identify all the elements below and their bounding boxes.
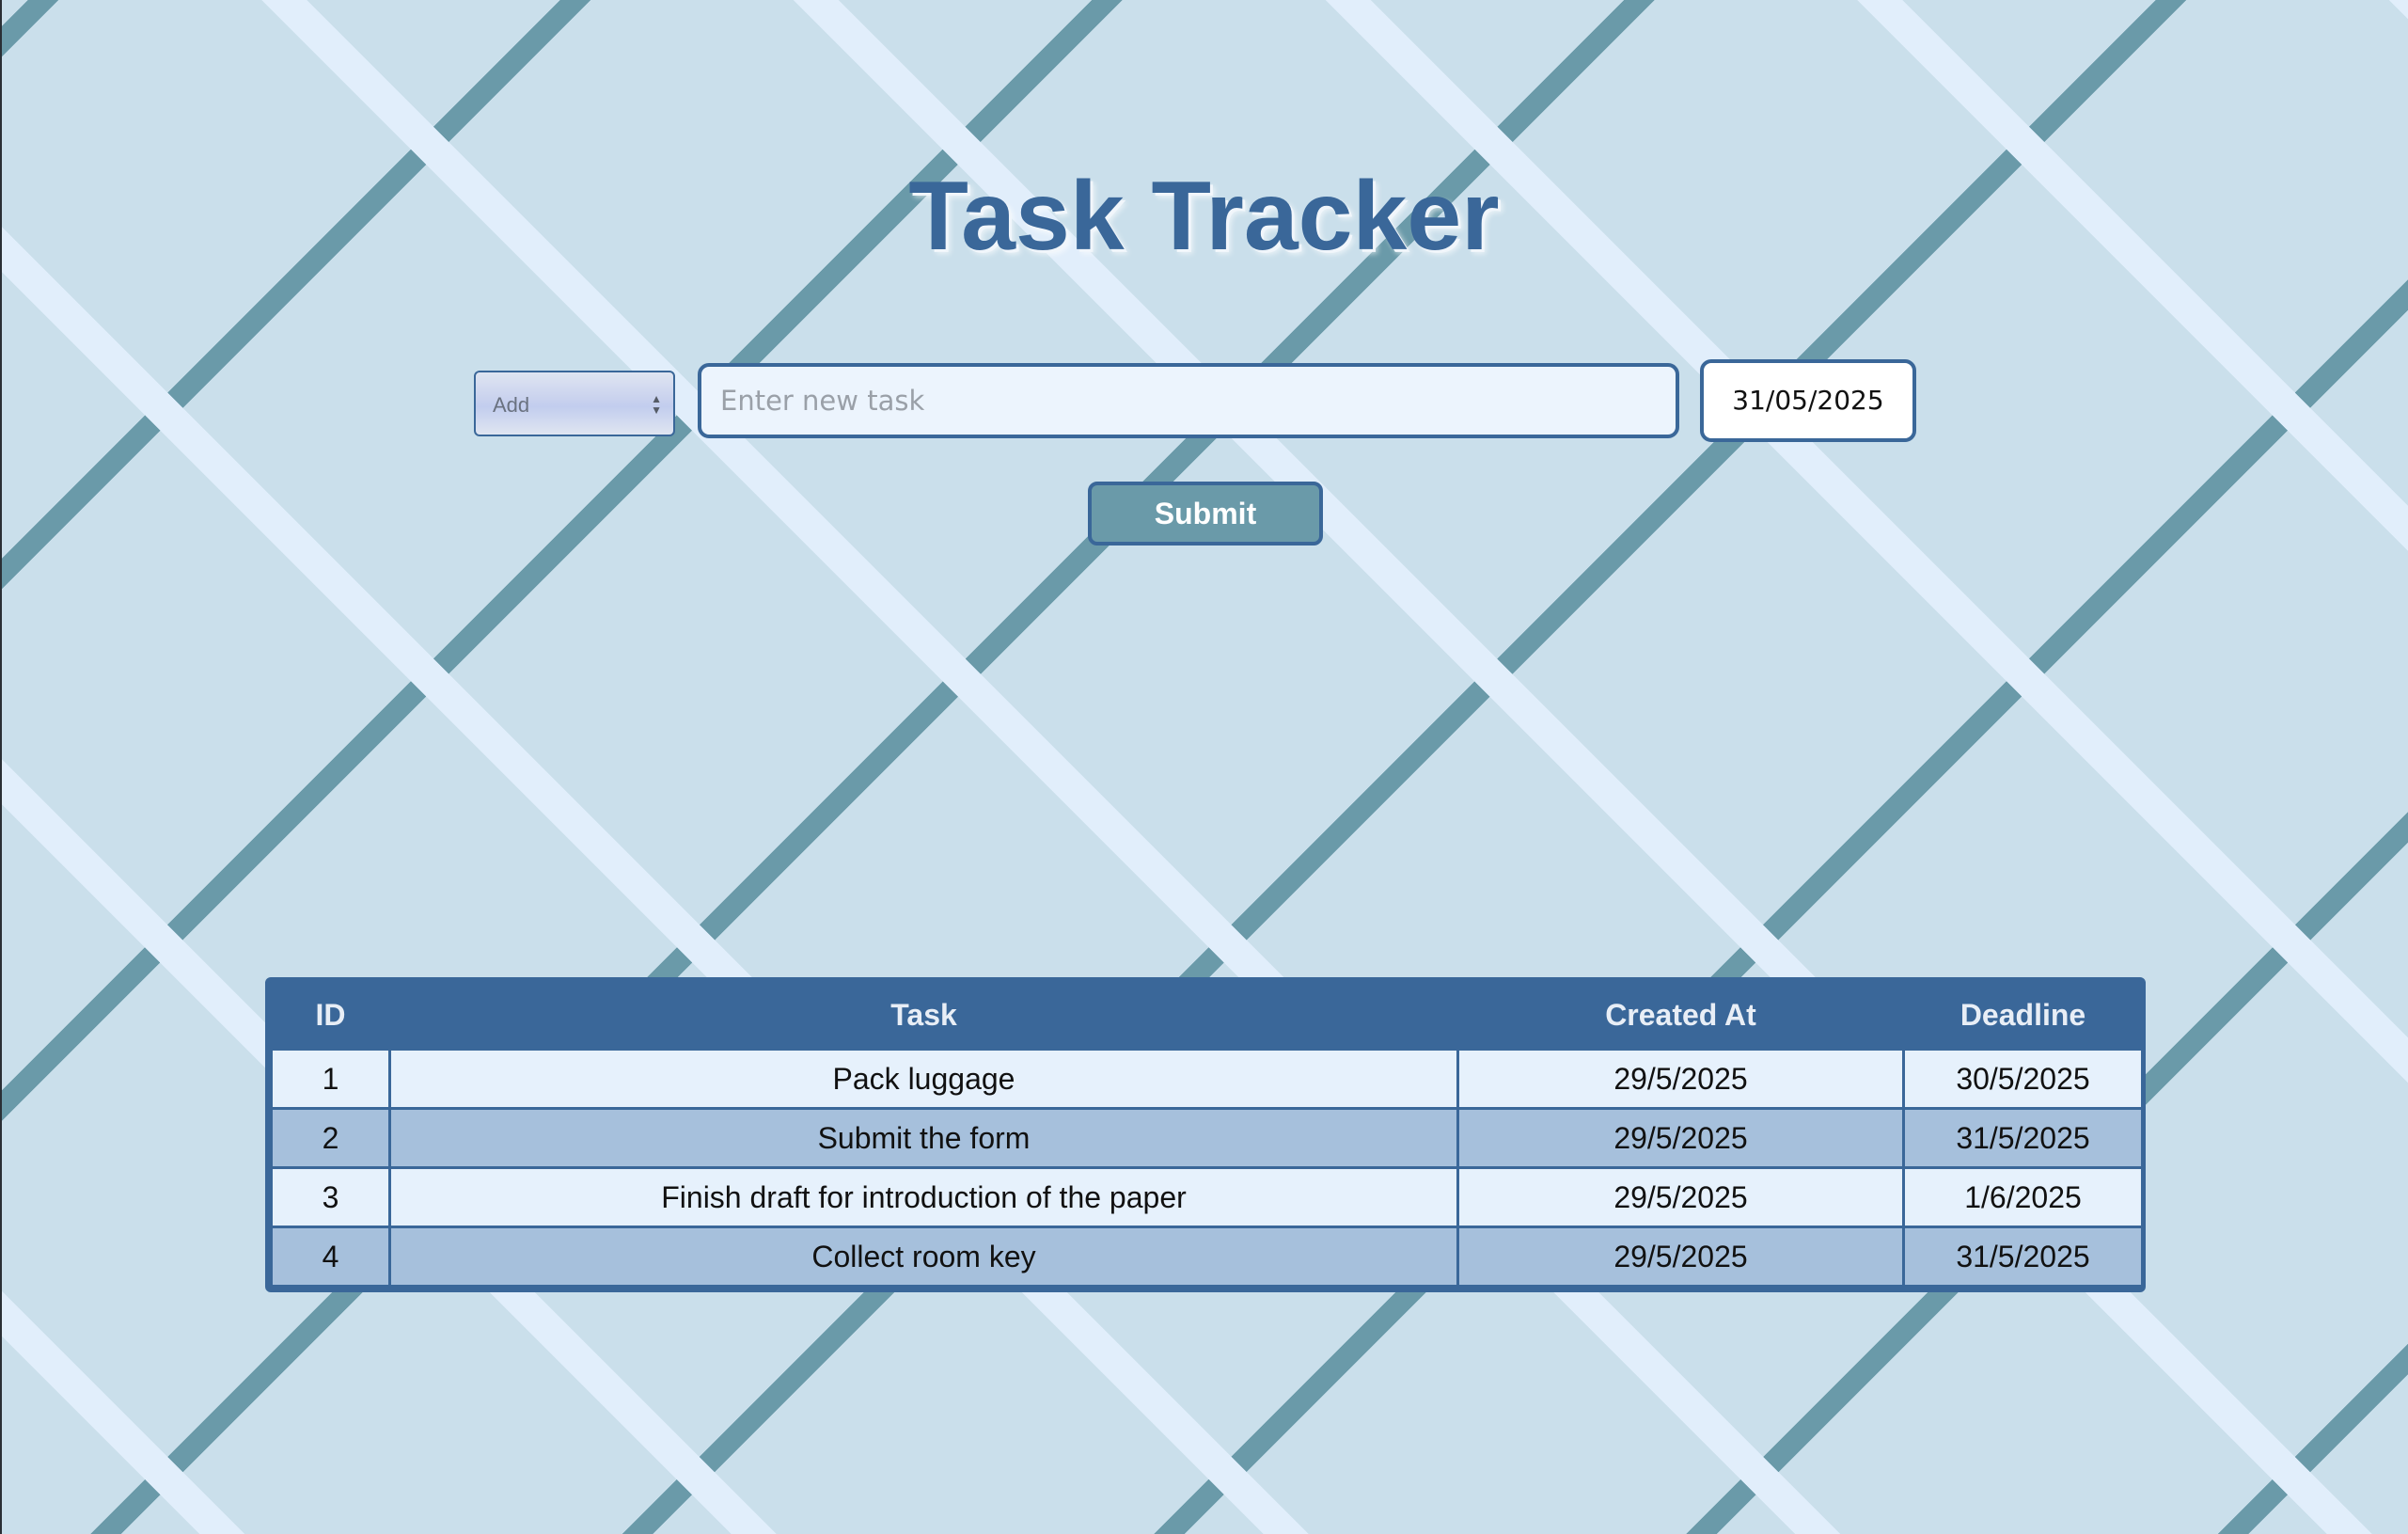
table-row: 1 Pack luggage 29/5/2025 30/5/2025 xyxy=(270,1048,2141,1110)
header-id: ID xyxy=(271,982,390,1050)
cell-deadline: 31/5/2025 xyxy=(1902,1226,2141,1288)
cell-created-at: 29/5/2025 xyxy=(1456,1166,1905,1228)
cell-id: 3 xyxy=(270,1166,391,1228)
submit-button[interactable]: Submit xyxy=(1088,482,1323,546)
header-created-at: Created At xyxy=(1457,982,1904,1050)
action-select[interactable]: Add ▲ ▼ xyxy=(474,371,675,436)
cell-deadline: 30/5/2025 xyxy=(1902,1048,2141,1110)
cell-task: Finish draft for introduction of the pap… xyxy=(388,1166,1459,1228)
table-row: 3 Finish draft for introduction of the p… xyxy=(270,1166,2141,1228)
cell-task: Submit the form xyxy=(388,1107,1459,1169)
table-row: 4 Collect room key 29/5/2025 31/5/2025 xyxy=(270,1226,2141,1288)
cell-deadline: 1/6/2025 xyxy=(1902,1166,2141,1228)
task-table: ID Task Created At Deadline 1 Pack lugga… xyxy=(265,977,2146,1292)
header-deadline: Deadline xyxy=(1903,982,2141,1050)
page-title: Task Tracker xyxy=(908,162,1500,271)
task-input[interactable] xyxy=(698,363,1679,438)
cell-id: 2 xyxy=(270,1107,391,1169)
updown-chevron-icon: ▲ ▼ xyxy=(651,392,662,417)
cell-id: 4 xyxy=(270,1226,391,1288)
table-row: 2 Submit the form 29/5/2025 31/5/2025 xyxy=(270,1107,2141,1169)
cell-created-at: 29/5/2025 xyxy=(1456,1048,1905,1110)
cell-deadline: 31/5/2025 xyxy=(1902,1107,2141,1169)
cell-created-at: 29/5/2025 xyxy=(1456,1107,1905,1169)
table-header-row: ID Task Created At Deadline xyxy=(271,982,2141,1050)
header-task: Task xyxy=(389,982,1458,1050)
cell-task: Collect room key xyxy=(388,1226,1459,1288)
cell-task: Pack luggage xyxy=(388,1048,1459,1110)
cell-id: 1 xyxy=(270,1048,391,1110)
action-select-value: Add xyxy=(493,393,530,417)
cell-created-at: 29/5/2025 xyxy=(1456,1226,1905,1288)
deadline-date-input[interactable]: 31/05/2025 xyxy=(1700,359,1916,442)
